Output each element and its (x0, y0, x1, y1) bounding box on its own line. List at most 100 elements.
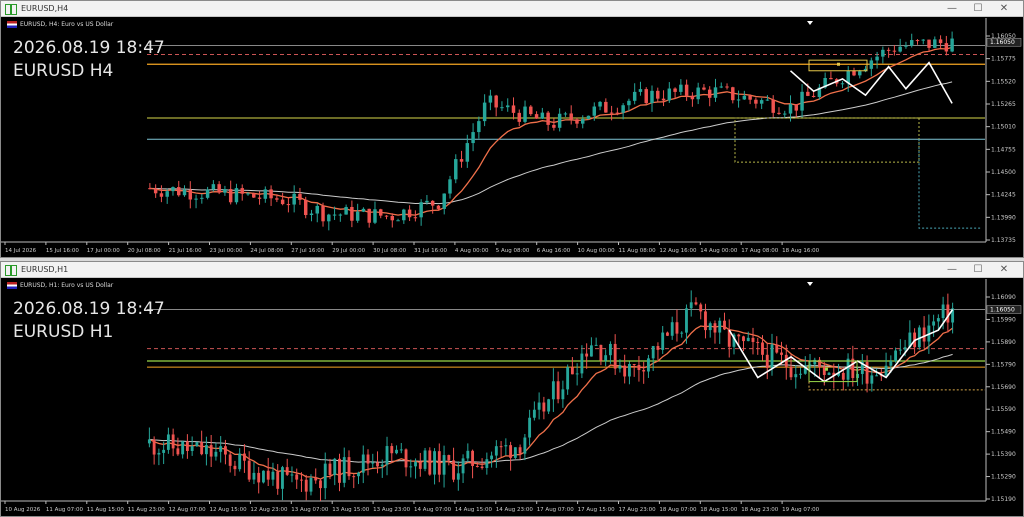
candle-body (437, 451, 441, 475)
candle-body (638, 89, 643, 92)
candle-body (471, 132, 475, 144)
candle-body (430, 200, 435, 206)
candle-body (243, 453, 246, 461)
candle-body (269, 189, 273, 199)
time-tick-label: 18 Aug 15:00 (700, 507, 738, 513)
candle-body (827, 372, 831, 375)
candle-body (684, 84, 689, 96)
candle-body (632, 364, 636, 366)
candle-body (332, 214, 337, 216)
candle-body (898, 46, 902, 52)
maximize-button[interactable]: ☐ (965, 262, 991, 278)
price-tick-label: 1.14500 (991, 169, 1016, 176)
candle-body (532, 409, 536, 418)
candle-body (673, 88, 677, 92)
candle-body (627, 100, 631, 106)
candle-body (811, 95, 816, 98)
candle-body (380, 464, 384, 467)
candle-body (746, 337, 750, 342)
candle-body (748, 95, 752, 100)
candle-body (276, 471, 280, 489)
candle-body (200, 197, 204, 199)
candle-body (177, 187, 181, 196)
candle-body (598, 101, 602, 107)
price-chart-h4[interactable]: 1.16050 1.15775 1.15520 1.15265 1.15010 1.147… (1, 18, 1023, 258)
candle-body (475, 465, 479, 467)
candle-body (542, 402, 546, 412)
candle-body (333, 458, 337, 476)
time-tick-label: 17 Jul 00:00 (87, 248, 120, 254)
candle-body (148, 188, 152, 190)
candle-body (162, 449, 166, 453)
time-tick-label: 17 Aug 15:00 (578, 507, 616, 513)
candle-body (425, 200, 429, 203)
chart-window-icon (5, 4, 17, 15)
candle-body (456, 473, 460, 480)
candle-body (800, 91, 804, 111)
candle-body (436, 205, 441, 209)
candle-body (209, 445, 213, 457)
price-chart-h1[interactable]: 1.16090 1.15990 1.15890 1.15790 1.15690 1.155… (1, 279, 1023, 517)
candle-body (342, 457, 346, 483)
close-button[interactable]: ✕ (991, 262, 1017, 278)
candle-body (656, 346, 660, 350)
time-tick-label: 14 Aug 23:00 (496, 507, 534, 513)
maximize-button[interactable]: ☐ (965, 1, 991, 17)
candle-body (452, 460, 455, 480)
candle-body (461, 458, 465, 474)
time-tick-label: 10 Aug 2026 (5, 507, 41, 513)
close-button[interactable]: ✕ (991, 1, 1017, 17)
candle-body (262, 470, 265, 483)
candle-body (327, 214, 331, 222)
candle-body (661, 98, 666, 101)
window-titlebar-h1[interactable]: EURUSD,H1 — ☐ ✕ (1, 262, 1023, 278)
candle-body (936, 318, 940, 322)
candle-body (556, 381, 560, 400)
candle-body (338, 458, 341, 483)
time-tick-label: 24 Jul 08:00 (250, 248, 283, 254)
candle-body (390, 215, 395, 221)
candle-body (185, 441, 189, 452)
candle-body (485, 459, 489, 468)
candle-body (689, 302, 693, 309)
time-tick-label: 5 Aug 08:00 (496, 248, 530, 254)
chart-window-h1[interactable]: EURUSD,H1 — ☐ ✕ 1.16090 1.15990 1.15890 1.1… (0, 261, 1024, 517)
minimize-button[interactable]: — (939, 262, 965, 278)
window-titlebar-h4[interactable]: EURUSD,H4 — ☐ ✕ (1, 1, 1023, 17)
candle-body (466, 450, 470, 459)
candle-body (642, 370, 646, 372)
range-line-orange (808, 381, 985, 391)
current-price-label: 1.16050 (990, 307, 1015, 314)
candle-body (841, 372, 845, 380)
candle-body (909, 40, 914, 46)
candle-body (371, 462, 375, 464)
candle-body (303, 199, 308, 216)
candle-body (932, 321, 936, 326)
candle-body (938, 39, 943, 44)
time-tick-label: 18 Aug 23:00 (741, 507, 779, 513)
price-tick-label: 1.15490 (991, 429, 1016, 436)
time-tick-label: 4 Aug 00:00 (455, 248, 489, 254)
candle-body (300, 479, 303, 481)
time-tick-label: 11 Aug 08:00 (619, 248, 657, 254)
chart-window-h4[interactable]: EURUSD,H4 — ☐ ✕ 1.16050 1.15775 1.15520 1.1… (0, 0, 1024, 258)
candle-body (775, 344, 779, 353)
minimize-button[interactable]: — (939, 1, 965, 17)
time-tick-label: 14 Jul 2026 (5, 248, 37, 254)
price-tick-label: 1.15590 (991, 406, 1016, 413)
candle-body (465, 143, 470, 162)
candle-body (376, 462, 379, 467)
candle-body (402, 209, 406, 221)
candle-body (480, 466, 484, 468)
candle-body (894, 350, 898, 362)
candle-body (471, 450, 475, 466)
candle-body (765, 99, 770, 101)
moving-average-slow (149, 81, 953, 205)
candle-body (892, 50, 897, 52)
candle-body (355, 211, 360, 221)
candle-body (552, 124, 556, 128)
candle-body (157, 452, 161, 455)
candle-body (304, 479, 308, 492)
candle-body (350, 206, 354, 221)
chart-info-h4: EURUSD, H4: Euro vs US Dollar (7, 21, 113, 28)
